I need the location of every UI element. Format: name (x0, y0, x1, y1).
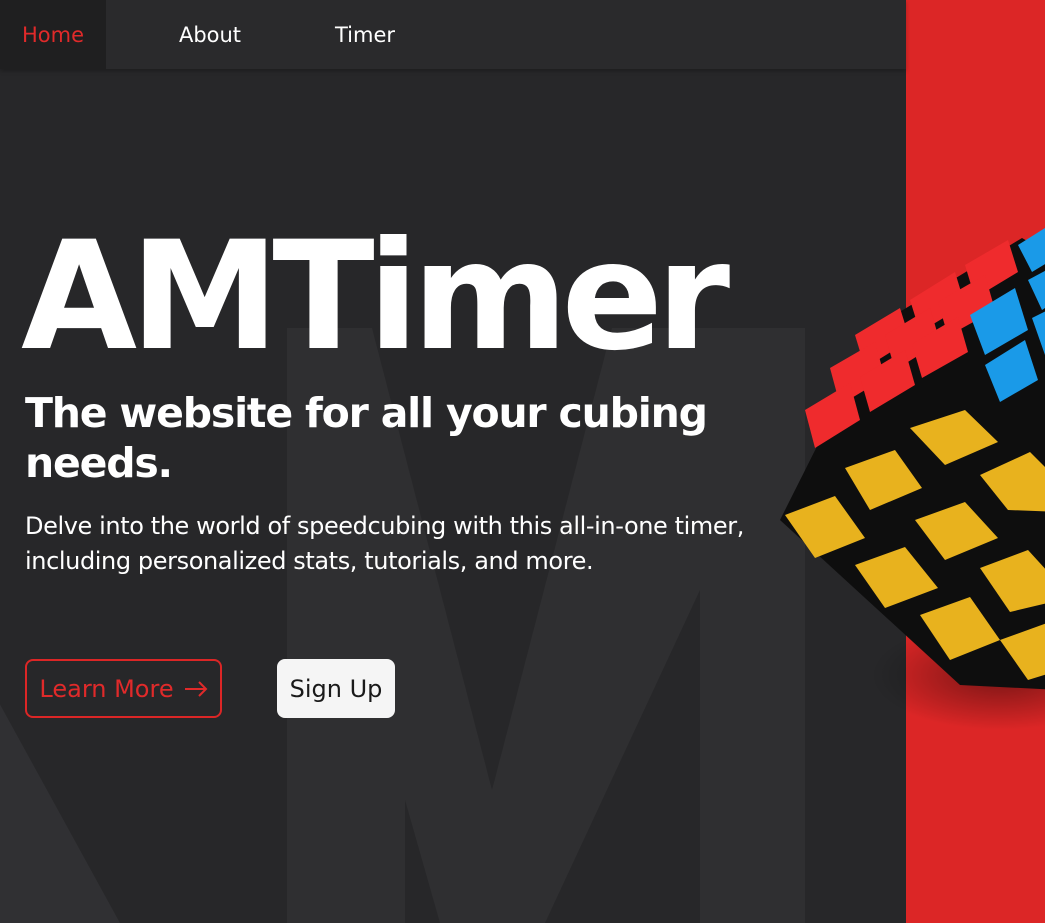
arrow-right-icon (184, 680, 208, 697)
nav-item-timer[interactable]: Timer (305, 0, 425, 69)
learn-more-button[interactable]: Learn More (25, 659, 222, 718)
nav-item-home[interactable]: Home (0, 0, 106, 69)
nav-item-about[interactable]: About (150, 0, 270, 69)
hero-subtitle: The website for all your cubing needs. (25, 389, 708, 487)
learn-more-label: Learn More (39, 674, 174, 703)
sign-up-label: Sign Up (289, 674, 383, 703)
top-nav: Home About Timer (0, 0, 906, 69)
sign-up-button[interactable]: Sign Up (277, 659, 395, 718)
rubiks-cube-image (760, 220, 1045, 740)
hero-title: AMTimer (21, 210, 730, 384)
hero-description: Delve into the world of speedcubing with… (25, 512, 744, 575)
